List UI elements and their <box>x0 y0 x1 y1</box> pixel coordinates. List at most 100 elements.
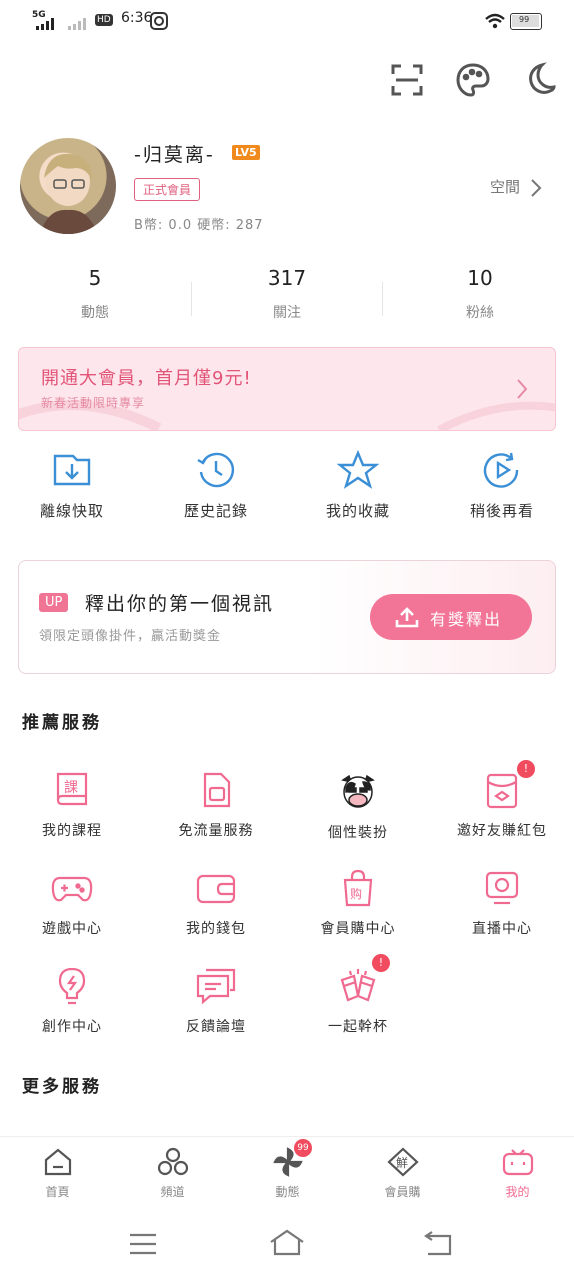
night-mode-icon[interactable] <box>522 62 556 96</box>
stat-followers-num: 10 <box>467 266 493 290</box>
svc-feedback-label: 反饋論壇 <box>186 1019 246 1035</box>
stat-following[interactable]: 317 關注 <box>212 266 362 322</box>
nav-home-label: 首頁 <box>45 1185 70 1199</box>
gamepad-icon <box>51 876 93 902</box>
nav-channels[interactable]: 頻道 <box>115 1147 230 1200</box>
quick-favorites-label: 我的收藏 <box>325 502 390 520</box>
avatar[interactable] <box>20 138 116 234</box>
notification-badge: ! <box>517 760 535 778</box>
svg-text:鮮: 鮮 <box>396 1156 408 1170</box>
svc-creator-center-label: 創作中心 <box>42 1019 102 1035</box>
stat-followers[interactable]: 10 粉絲 <box>405 266 555 322</box>
quick-history[interactable]: 歷史記錄 <box>146 450 286 521</box>
signal-weak-icon <box>68 18 86 30</box>
hd-badge: HD <box>95 14 113 26</box>
svg-text:购: 购 <box>350 886 362 901</box>
svc-data-free-label: 免流量服務 <box>178 823 254 839</box>
vip-promo-banner[interactable]: 開通大會員，首月僅9元! 新春活動限時專享 <box>18 347 556 431</box>
course-icon: 課 <box>56 772 88 806</box>
quick-history-label: 歷史記錄 <box>183 502 248 520</box>
quick-watch-later[interactable]: 稍後再看 <box>432 450 572 521</box>
svc-cheers[interactable]: 一起幹杯 ! <box>288 954 428 1036</box>
svg-text:課: 課 <box>64 780 78 796</box>
signal-icon <box>36 18 54 30</box>
scan-icon[interactable] <box>390 63 424 97</box>
back-icon[interactable] <box>420 1230 454 1258</box>
wifi-icon <box>485 13 505 29</box>
svc-wallet[interactable]: 我的錢包 <box>146 868 286 938</box>
tv-mine-icon <box>502 1149 533 1176</box>
stat-followers-label: 粉絲 <box>466 305 494 321</box>
svc-my-courses[interactable]: 課 我的課程 <box>2 770 142 840</box>
nav-vip-shop[interactable]: 鮮 會員購 <box>345 1147 460 1200</box>
upload-promo-card[interactable]: UP 釋出你的第一個視訊 領限定頭像掛件，贏活動獎金 有獎釋出 <box>18 560 556 674</box>
svc-game-center-label: 遊戲中心 <box>42 921 102 937</box>
upload-button-label: 有獎釋出 <box>430 610 503 629</box>
up-tag: UP <box>39 593 69 612</box>
nav-mine-label: 我的 <box>505 1185 530 1199</box>
svc-my-courses-label: 我的課程 <box>42 823 102 839</box>
nav-dynamics[interactable]: 動態 99 <box>230 1139 345 1200</box>
menu-icon[interactable] <box>128 1232 158 1256</box>
quick-offline-cache-label: 離線快取 <box>39 502 104 520</box>
svc-personalize-label: 個性裝扮 <box>328 825 388 841</box>
chat-icon <box>196 968 236 1005</box>
vip-status-badge[interactable]: 正式會員 <box>134 178 201 201</box>
clock: 6:36 <box>121 10 153 26</box>
upload-subtitle: 領限定頭像掛件，贏活動獎金 <box>39 629 222 644</box>
system-nav-bar <box>0 1210 574 1280</box>
status-bar: 5G HD 6:36 99 <box>0 0 574 42</box>
home-gesture-icon[interactable] <box>268 1228 306 1258</box>
coin-balance: B幣: 0.0 硬幣: 287 <box>134 218 264 233</box>
upload-icon <box>395 607 419 628</box>
history-icon <box>197 452 235 488</box>
svc-vip-shop-label: 會員購中心 <box>320 921 396 937</box>
stat-posts[interactable]: 5 動態 <box>20 266 170 322</box>
upload-button[interactable]: 有獎釋出 <box>370 594 532 640</box>
watch-later-icon <box>483 452 519 488</box>
quick-favorites[interactable]: 我的收藏 <box>288 449 428 521</box>
channels-icon <box>157 1147 188 1176</box>
chevron-right-icon <box>531 178 542 197</box>
svc-invite-friends[interactable]: 邀好友賺紅包 ! <box>432 760 572 840</box>
svc-feedback[interactable]: 反饋論壇 <box>146 966 286 1036</box>
more-services-title: 更多服務 <box>22 1077 102 1097</box>
shopping-bag-icon: 购 <box>343 869 373 907</box>
space-link[interactable]: 空間 <box>490 176 543 198</box>
vip-shop-icon: 鮮 <box>386 1147 419 1177</box>
wallet-icon <box>196 874 236 904</box>
divider <box>382 282 383 316</box>
nav-dynamics-label: 動態 <box>275 1185 300 1199</box>
stat-following-label: 關注 <box>273 305 301 321</box>
svc-creator-center[interactable]: 創作中心 <box>2 966 142 1036</box>
svc-live-center-label: 直播中心 <box>472 921 532 937</box>
stat-posts-num: 5 <box>88 266 102 290</box>
nav-home[interactable]: 首頁 <box>0 1147 115 1200</box>
stat-posts-label: 動態 <box>81 305 109 321</box>
notification-badge: ! <box>372 954 390 972</box>
divider <box>191 282 192 316</box>
svc-vip-shop[interactable]: 购 會員購中心 <box>288 868 428 938</box>
palette-icon[interactable] <box>455 62 491 98</box>
avatar-image <box>40 153 98 234</box>
home-icon <box>44 1148 71 1176</box>
svc-live-center[interactable]: 直播中心 <box>432 868 572 938</box>
svc-data-free[interactable]: 免流量服務 <box>146 770 286 840</box>
svc-personalize[interactable]: 個性裝扮 <box>288 770 428 842</box>
upload-title: 釋出你的第一個視訊 <box>85 593 275 615</box>
notification-badge: 99 <box>294 1139 312 1157</box>
nav-mine[interactable]: 我的 <box>460 1147 574 1200</box>
svc-game-center[interactable]: 遊戲中心 <box>2 868 142 938</box>
bottom-nav: 首頁 頻道 動態 99 鮮 會員購 我的 <box>0 1136 574 1211</box>
quick-watch-later-label: 稍後再看 <box>469 502 534 520</box>
download-icon <box>53 454 91 486</box>
app-notification-icon <box>150 12 168 30</box>
username: -归莫离- <box>134 144 215 166</box>
vip-banner-title: 開通大會員，首月僅9元! <box>41 368 252 389</box>
svc-invite-friends-label: 邀好友賺紅包 <box>457 823 547 839</box>
star-icon <box>336 449 380 489</box>
vip-banner-subtitle: 新春活動限時專享 <box>41 396 146 410</box>
stat-following-num: 317 <box>267 266 307 290</box>
space-link-label: 空間 <box>490 178 521 196</box>
quick-offline-cache[interactable]: 離線快取 <box>2 450 142 521</box>
